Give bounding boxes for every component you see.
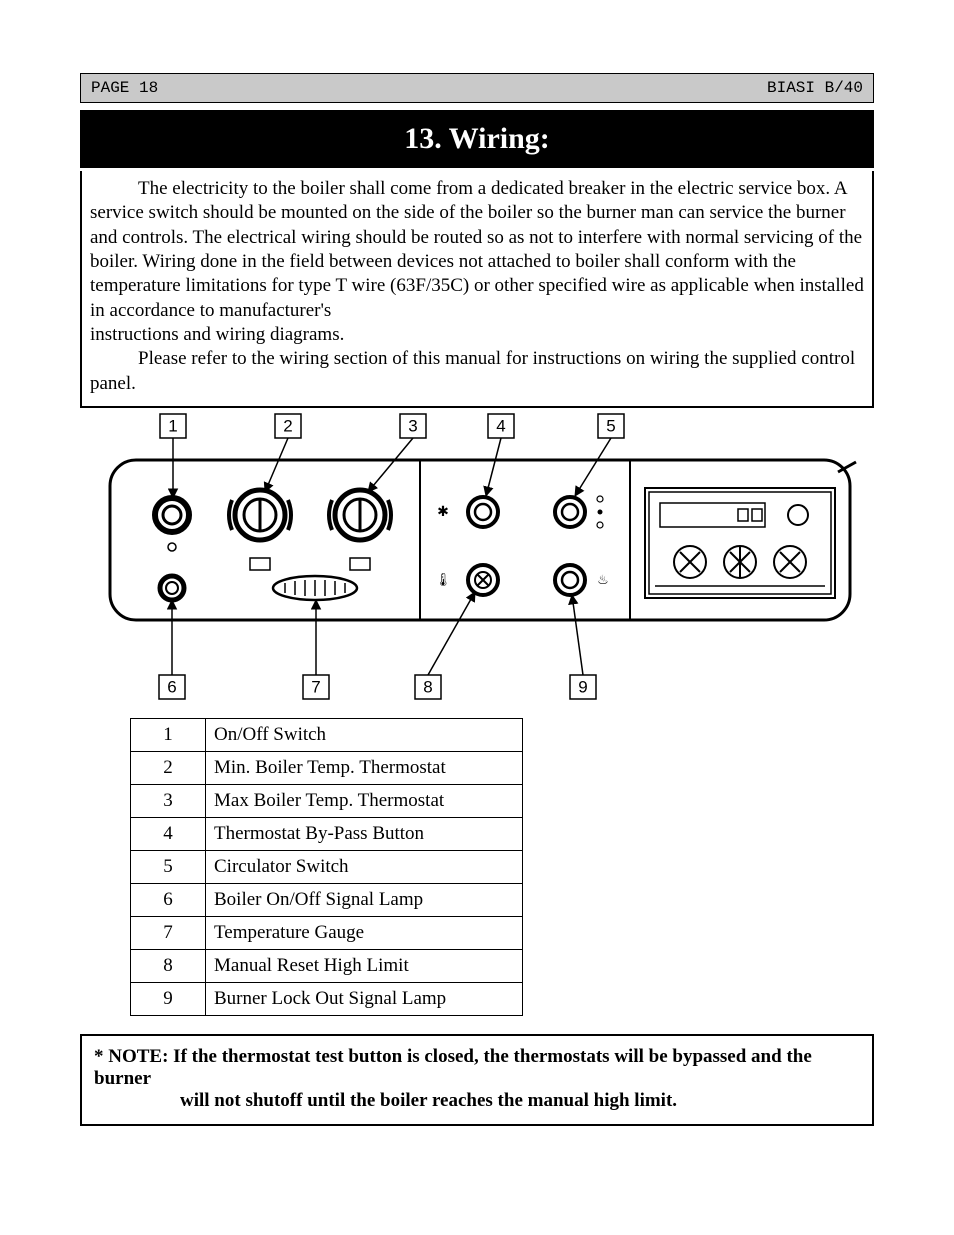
svg-text:9: 9 <box>578 677 587 696</box>
legend-description: Temperature Gauge <box>206 917 523 950</box>
legend-table: 1 On/Off Switch 2 Min. Boiler Temp. Ther… <box>130 718 523 1016</box>
legend-number: 9 <box>131 983 206 1016</box>
table-row: 8 Manual Reset High Limit <box>131 950 523 983</box>
legend-description: On/Off Switch <box>206 719 523 752</box>
svg-text:2: 2 <box>283 416 292 435</box>
legend-description: Manual Reset High Limit <box>206 950 523 983</box>
table-row: 1 On/Off Switch <box>131 719 523 752</box>
section-title: 13. Wiring: <box>404 122 550 156</box>
table-row: 9 Burner Lock Out Signal Lamp <box>131 983 523 1016</box>
svg-text:🌡: 🌡 <box>435 572 452 587</box>
body-text-box: The electricity to the boiler shall come… <box>80 171 874 408</box>
svg-text:8: 8 <box>423 677 432 696</box>
page-header-bar: PAGE 18 BIASI B/40 <box>80 73 874 103</box>
legend-number: 6 <box>131 884 206 917</box>
svg-text:4: 4 <box>496 416 505 435</box>
legend-description: Max Boiler Temp. Thermostat <box>206 785 523 818</box>
note-box: * NOTE: If the thermostat test button is… <box>80 1034 874 1126</box>
section-heading: 13. Wiring: <box>80 110 874 168</box>
legend-description: Thermostat By-Pass Button <box>206 818 523 851</box>
legend-number: 2 <box>131 752 206 785</box>
legend-description: Min. Boiler Temp. Thermostat <box>206 752 523 785</box>
table-row: 4 Thermostat By-Pass Button <box>131 818 523 851</box>
legend-number: 8 <box>131 950 206 983</box>
document-id-label: BIASI B/40 <box>767 79 863 97</box>
legend-description: Boiler On/Off Signal Lamp <box>206 884 523 917</box>
body-paragraph-1b: instructions and wiring diagrams. <box>90 323 864 347</box>
page: PAGE 18 BIASI B/40 13. Wiring: The elect… <box>0 0 954 1235</box>
svg-text:7: 7 <box>311 677 320 696</box>
table-row: 6 Boiler On/Off Signal Lamp <box>131 884 523 917</box>
legend-number: 3 <box>131 785 206 818</box>
svg-text:6: 6 <box>167 677 176 696</box>
svg-text:1: 1 <box>168 416 177 435</box>
table-row: 5 Circulator Switch <box>131 851 523 884</box>
table-row: 7 Temperature Gauge <box>131 917 523 950</box>
legend-description: Circulator Switch <box>206 851 523 884</box>
table-row: 2 Min. Boiler Temp. Thermostat <box>131 752 523 785</box>
svg-text:✱: ✱ <box>437 503 449 519</box>
legend-number: 4 <box>131 818 206 851</box>
legend-number: 1 <box>131 719 206 752</box>
body-paragraph-2: Please refer to the wiring section of th… <box>90 347 864 396</box>
body-paragraph-1: The electricity to the boiler shall come… <box>90 177 864 323</box>
control-panel-diagram: ✱ 🌡 ♨ <box>100 400 860 710</box>
note-line-2: will not shutoff until the boiler reache… <box>94 1090 860 1112</box>
page-number-label: PAGE 18 <box>91 79 158 97</box>
table-row: 3 Max Boiler Temp. Thermostat <box>131 785 523 818</box>
svg-text:3: 3 <box>408 416 417 435</box>
legend-number: 7 <box>131 917 206 950</box>
svg-text:5: 5 <box>606 416 615 435</box>
legend-description: Burner Lock Out Signal Lamp <box>206 983 523 1016</box>
svg-text:♨: ♨ <box>597 572 609 587</box>
legend-number: 5 <box>131 851 206 884</box>
note-line-1: * NOTE: If the thermostat test button is… <box>94 1046 860 1090</box>
